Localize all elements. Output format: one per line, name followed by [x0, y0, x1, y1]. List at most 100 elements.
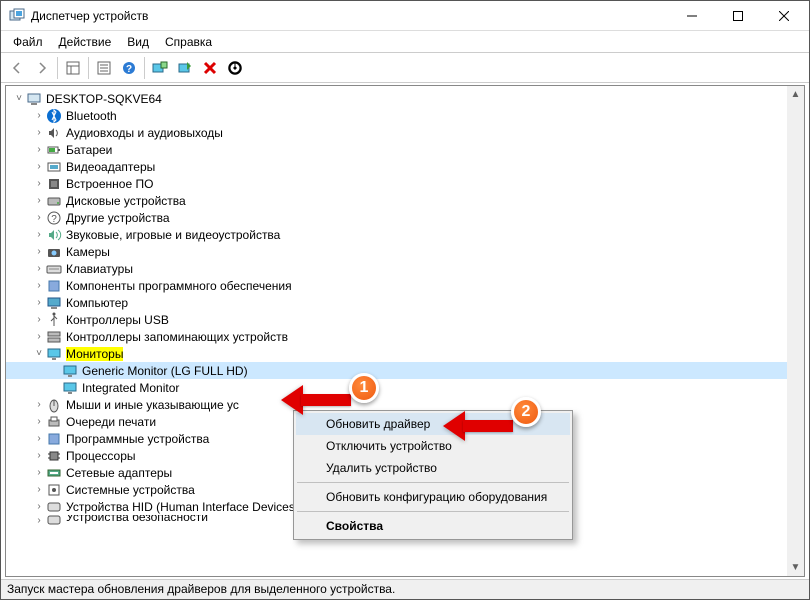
- toolbar-uninstall-button[interactable]: [198, 56, 222, 80]
- scroll-down-icon[interactable]: ▼: [787, 559, 804, 576]
- device-icon: [46, 515, 62, 525]
- expand-caret-icon[interactable]: ›: [32, 178, 46, 189]
- expand-caret-icon[interactable]: ›: [32, 161, 46, 172]
- tree-monitor-integrated[interactable]: Integrated Monitor: [6, 379, 804, 396]
- toolbar-forward-button[interactable]: [30, 56, 54, 80]
- computer-icon: [26, 91, 42, 107]
- expand-caret-icon[interactable]: ›: [32, 144, 46, 155]
- ctx-remove-device[interactable]: Удалить устройство: [296, 457, 570, 479]
- expand-caret-icon[interactable]: ›: [32, 195, 46, 206]
- tree-item[interactable]: ›Камеры: [6, 243, 804, 260]
- tree-item[interactable]: ›Батареи: [6, 141, 804, 158]
- expand-caret-icon[interactable]: ›: [32, 127, 46, 138]
- toolbar-help-button[interactable]: ?: [117, 56, 141, 80]
- expand-caret-icon[interactable]: ›: [32, 280, 46, 291]
- device-icon: [46, 227, 62, 243]
- expand-caret-icon[interactable]: ›: [32, 263, 46, 274]
- device-icon: [46, 193, 62, 209]
- tree-item[interactable]: ›?Другие устройства: [6, 209, 804, 226]
- menu-action[interactable]: Действие: [51, 33, 120, 51]
- titlebar: Диспетчер устройств: [1, 1, 809, 31]
- expand-caret-icon[interactable]: ›: [32, 467, 46, 478]
- expand-caret-icon[interactable]: ›: [32, 416, 46, 427]
- tree-item[interactable]: ›Дисковые устройства: [6, 192, 804, 209]
- tree-item[interactable]: › Компьютер: [6, 294, 804, 311]
- device-icon: [46, 125, 62, 141]
- expand-caret-icon[interactable]: ›: [32, 229, 46, 240]
- tree-item-label: Видеоадаптеры: [66, 160, 155, 174]
- expand-caret-icon[interactable]: ›: [32, 212, 46, 223]
- tree-item[interactable]: ›Клавиатуры: [6, 260, 804, 277]
- tree-item-label: Мыши и иные указывающие ус: [66, 398, 239, 412]
- tree-item[interactable]: ›Компоненты программного обеспечения: [6, 277, 804, 294]
- tree-root[interactable]: ˅ DESKTOP-SQKVE64: [6, 90, 804, 107]
- tree-monitors[interactable]: ˅ Мониторы: [6, 345, 804, 362]
- ctx-scan-hardware[interactable]: Обновить конфигурацию оборудования: [296, 486, 570, 508]
- expand-caret-icon[interactable]: ›: [32, 484, 46, 495]
- expand-caret-icon[interactable]: ›: [32, 314, 46, 325]
- toolbar-back-button[interactable]: [5, 56, 29, 80]
- menu-file[interactable]: Файл: [5, 33, 51, 51]
- tree-item[interactable]: › Аудиовходы и аудиовыходы: [6, 124, 804, 141]
- tree-monitor-generic[interactable]: Generic Monitor (LG FULL HD): [6, 362, 804, 379]
- device-icon: [46, 397, 62, 413]
- statusbar: Запуск мастера обновления драйверов для …: [1, 579, 809, 599]
- toolbar-disable-button[interactable]: [223, 56, 247, 80]
- scrollbar[interactable]: ▲ ▼: [787, 86, 804, 576]
- tree-item[interactable]: ›Контроллеры USB: [6, 311, 804, 328]
- expand-caret-icon[interactable]: ›: [32, 501, 46, 512]
- tree-item-label: DESKTOP-SQKVE64: [46, 92, 162, 106]
- device-icon: [46, 278, 62, 294]
- expand-caret-icon[interactable]: ›: [32, 297, 46, 308]
- toolbar-scan-button[interactable]: [148, 56, 172, 80]
- tree-item-label: Integrated Monitor: [82, 381, 179, 395]
- app-icon: [9, 8, 25, 24]
- tree-item[interactable]: › Встроенное ПО: [6, 175, 804, 192]
- toolbar-properties-button[interactable]: [92, 56, 116, 80]
- expand-caret-icon[interactable]: ›: [32, 246, 46, 257]
- tree-item-label: Очереди печати: [66, 415, 156, 429]
- tree-item[interactable]: ›Контроллеры запоминающих устройств: [6, 328, 804, 345]
- expand-caret-icon[interactable]: ˅: [32, 348, 46, 359]
- device-icon: [46, 312, 62, 328]
- device-icon: [46, 108, 62, 124]
- close-button[interactable]: [761, 1, 807, 31]
- toolbar-update-button[interactable]: [173, 56, 197, 80]
- tree-item-label: Аудиовходы и аудиовыходы: [66, 126, 223, 140]
- device-icon: [46, 261, 62, 277]
- maximize-button[interactable]: [715, 1, 761, 31]
- device-icon: [46, 465, 62, 481]
- expand-caret-icon[interactable]: ˅: [12, 93, 26, 104]
- expand-caret-icon[interactable]: ›: [32, 450, 46, 461]
- tree-item-label: Мониторы: [66, 347, 123, 361]
- expand-caret-icon[interactable]: ›: [32, 110, 46, 121]
- tree-item-label: Системные устройства: [66, 483, 195, 497]
- tree-item-label: Bluetooth: [66, 109, 117, 123]
- toolbar-showhide-button[interactable]: [61, 56, 85, 80]
- tree-item-label: Процессоры: [66, 449, 136, 463]
- svg-text:?: ?: [51, 214, 57, 225]
- device-icon: [46, 499, 62, 515]
- window-title: Диспетчер устройств: [31, 9, 669, 23]
- tree-item[interactable]: ›Звуковые, игровые и видеоустройства: [6, 226, 804, 243]
- expand-caret-icon[interactable]: ›: [32, 515, 46, 525]
- expand-caret-icon[interactable]: ›: [32, 399, 46, 410]
- minimize-button[interactable]: [669, 1, 715, 31]
- tree-item-label: Встроенное ПО: [66, 177, 153, 191]
- expand-caret-icon[interactable]: ›: [32, 433, 46, 444]
- ctx-disable-device[interactable]: Отключить устройство: [296, 435, 570, 457]
- scroll-up-icon[interactable]: ▲: [787, 86, 804, 103]
- tree-item-label: Устройства безопасности: [66, 515, 208, 524]
- device-icon: [46, 295, 62, 311]
- ctx-properties[interactable]: Свойства: [296, 515, 570, 537]
- context-menu: Обновить драйвер Отключить устройство Уд…: [293, 410, 573, 540]
- tree-item-label: Компьютер: [66, 296, 128, 310]
- tree-item[interactable]: › Bluetooth: [6, 107, 804, 124]
- device-icon: [46, 431, 62, 447]
- menu-view[interactable]: Вид: [119, 33, 157, 51]
- toolbar: ?: [1, 53, 809, 83]
- menu-help[interactable]: Справка: [157, 33, 220, 51]
- expand-caret-icon[interactable]: ›: [32, 331, 46, 342]
- monitor-icon: [62, 380, 78, 396]
- tree-item[interactable]: › Видеоадаптеры: [6, 158, 804, 175]
